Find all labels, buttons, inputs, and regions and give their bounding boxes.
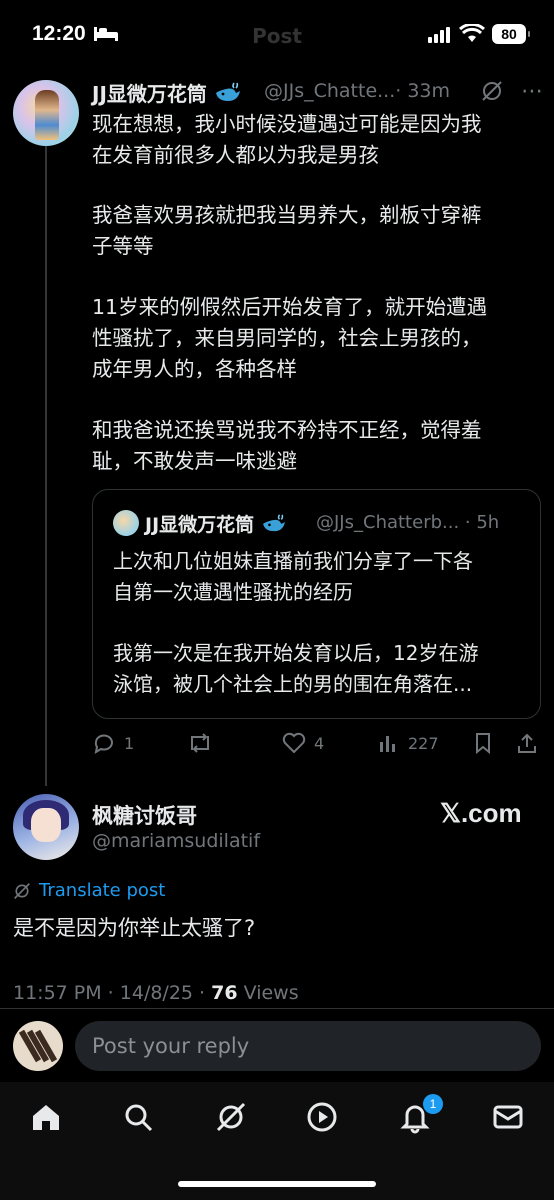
thread-line	[45, 146, 47, 786]
quoted-author-handle: @JJs_Chatterb... · 5h	[316, 512, 500, 533]
views-icon	[380, 736, 395, 752]
reply-count: 1	[124, 733, 135, 753]
views-button[interactable]: 227	[378, 732, 439, 754]
heart-icon	[282, 732, 306, 754]
like-button[interactable]: 4	[282, 732, 324, 754]
author-handle: @mariamsudilatif	[92, 830, 261, 852]
notification-badge: 1	[423, 1094, 443, 1114]
grok-icon[interactable]	[214, 1100, 248, 1134]
quote-line: 上次和几位姐妹直播前我们分享了一下各	[113, 549, 473, 573]
author-name[interactable]: JJ显微万花筒	[92, 78, 242, 107]
quote-line: 我第一次是在我开始发育以后，12岁在游	[113, 641, 479, 665]
post-meta: 11:57 PM · 14/8/25 · 76 Views	[13, 982, 299, 1004]
battery-indicator: 80	[492, 24, 530, 44]
post-line: 我爸喜欢男孩就把我当男养大，剃板寸穿裤	[92, 203, 482, 227]
views-count: 76	[211, 982, 238, 1004]
translate-icon	[14, 882, 30, 899]
quote-line: 自第一次遭遇性骚扰的经历	[113, 580, 353, 604]
cellular-signal-icon	[428, 27, 450, 43]
grok-icon[interactable]	[481, 80, 503, 102]
author-name[interactable]: 枫糖讨饭哥	[92, 800, 197, 830]
wifi-icon	[459, 24, 485, 42]
author-handle: @JJs_Chatte...· 33m	[264, 80, 451, 102]
more-options-icon[interactable]: ⋯	[521, 79, 544, 104]
reply-button[interactable]: 1	[92, 732, 134, 754]
post-line: 11岁来的例假然后开始发育了，就开始遭遇	[92, 295, 488, 319]
whale-icon	[262, 514, 285, 532]
quote-line: 泳馆，被几个社会上的男的围在角落在...	[113, 672, 473, 696]
translate-label: Translate post	[39, 880, 166, 901]
whale-icon	[215, 82, 240, 101]
share-button[interactable]	[516, 732, 538, 754]
quoted-author-name: JJ显微万花筒	[145, 510, 287, 537]
bookmark-icon	[476, 733, 490, 754]
search-icon[interactable]	[121, 1100, 155, 1134]
translate-post-link[interactable]: Translate post	[13, 880, 165, 901]
status-bar: 12:20 Post 80	[0, 0, 554, 68]
post-line: 性骚扰了，来自男同学的，社会上男孩的，	[92, 326, 482, 350]
post-line: 在发育前很多人都以为我是男孩	[92, 143, 379, 167]
avatar[interactable]	[13, 794, 79, 860]
reply-icon	[94, 734, 113, 754]
reply-text: 是不是因为你举止太骚了?	[13, 916, 256, 940]
video-icon[interactable]	[305, 1100, 339, 1134]
reply-input[interactable]: Post your reply	[75, 1021, 541, 1071]
post-paragraph: 和我爸说还挨骂说我不矜持不正经，觉得羞 耻，不敢发声一味逃避	[92, 415, 532, 477]
avatar[interactable]	[13, 80, 79, 146]
post-line: 耻，不敢发声一味逃避	[92, 449, 297, 473]
post-paragraph: 11岁来的例假然后开始发育了，就开始遭遇 性骚扰了，来自男同学的，社会上男孩的，…	[92, 292, 532, 385]
quoted-text: 我第一次是在我开始发育以后，12岁在游 泳馆，被几个社会上的男的围在角落在...	[113, 638, 533, 700]
quoted-avatar	[113, 510, 139, 536]
mail-icon[interactable]	[491, 1100, 525, 1134]
quoted-text: 上次和几位姐妹直播前我们分享了一下各 自第一次遭遇性骚扰的经历	[113, 546, 533, 608]
repost-icon	[191, 733, 209, 753]
home-icon[interactable]	[29, 1100, 63, 1134]
divider	[0, 1008, 554, 1009]
x-watermark: 𝕏.com	[440, 798, 522, 828]
post-line: 成年男人的，各种各样	[92, 357, 297, 381]
my-avatar[interactable]	[13, 1021, 63, 1071]
views-count: 227	[408, 733, 439, 753]
bookmark-button[interactable]	[473, 732, 493, 754]
like-count: 4	[314, 733, 325, 753]
post-line: 子等等	[92, 234, 154, 258]
post-paragraph: 现在想想，我小时候没遭遇过可能是因为我 在发育前很多人都以为我是男孩	[92, 109, 532, 171]
quoted-post-card[interactable]: JJ显微万花筒 @JJs_Chatterb... · 5h 上次和几位姐妹直播前…	[92, 489, 541, 719]
post-paragraph: 我爸喜欢男孩就把我当男养大，剃板寸穿裤 子等等	[92, 200, 532, 262]
post-line: 现在想想，我小时候没遭遇过可能是因为我	[92, 112, 482, 136]
repost-button[interactable]	[187, 732, 213, 754]
home-indicator[interactable]	[178, 1181, 376, 1187]
share-icon	[518, 733, 536, 753]
post-line: 和我爸说还挨骂说我不矜持不正经，觉得羞	[92, 418, 482, 442]
